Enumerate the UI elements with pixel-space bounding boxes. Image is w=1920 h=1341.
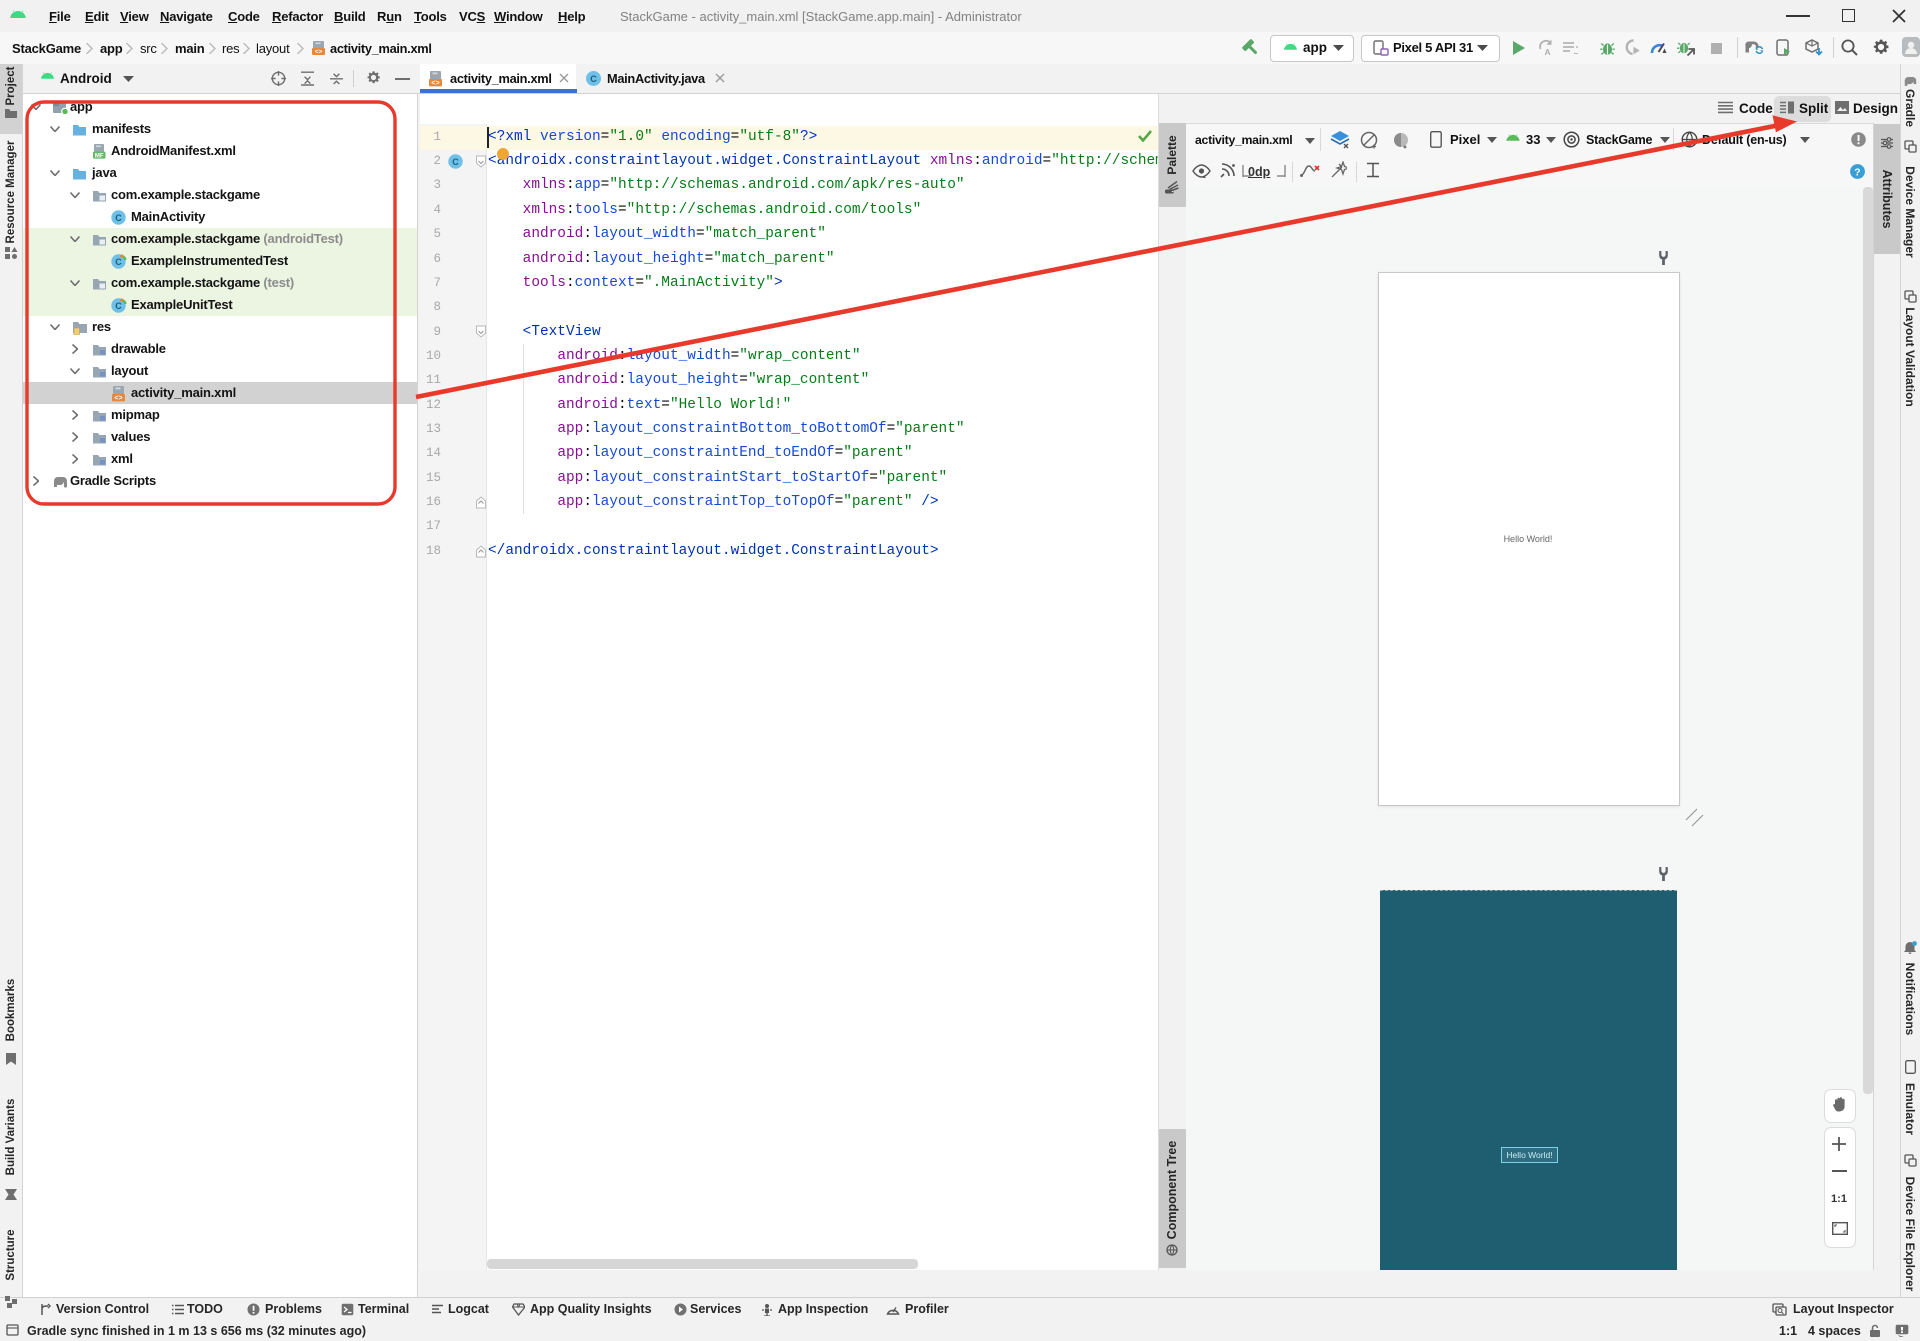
svg-text:<>: <> (431, 80, 439, 87)
svg-text:C: C (452, 157, 459, 167)
svg-text:C: C (590, 74, 597, 84)
svg-text:C: C (115, 213, 122, 223)
svg-text:C: C (115, 301, 122, 311)
svg-text:<>: <> (114, 395, 122, 402)
svg-text:C: C (115, 257, 122, 267)
svg-text:<>: <> (315, 49, 323, 56)
svg-text:A: A (1545, 47, 1551, 56)
svg-text:MF: MF (95, 153, 104, 159)
svg-text:?: ? (1854, 166, 1860, 178)
